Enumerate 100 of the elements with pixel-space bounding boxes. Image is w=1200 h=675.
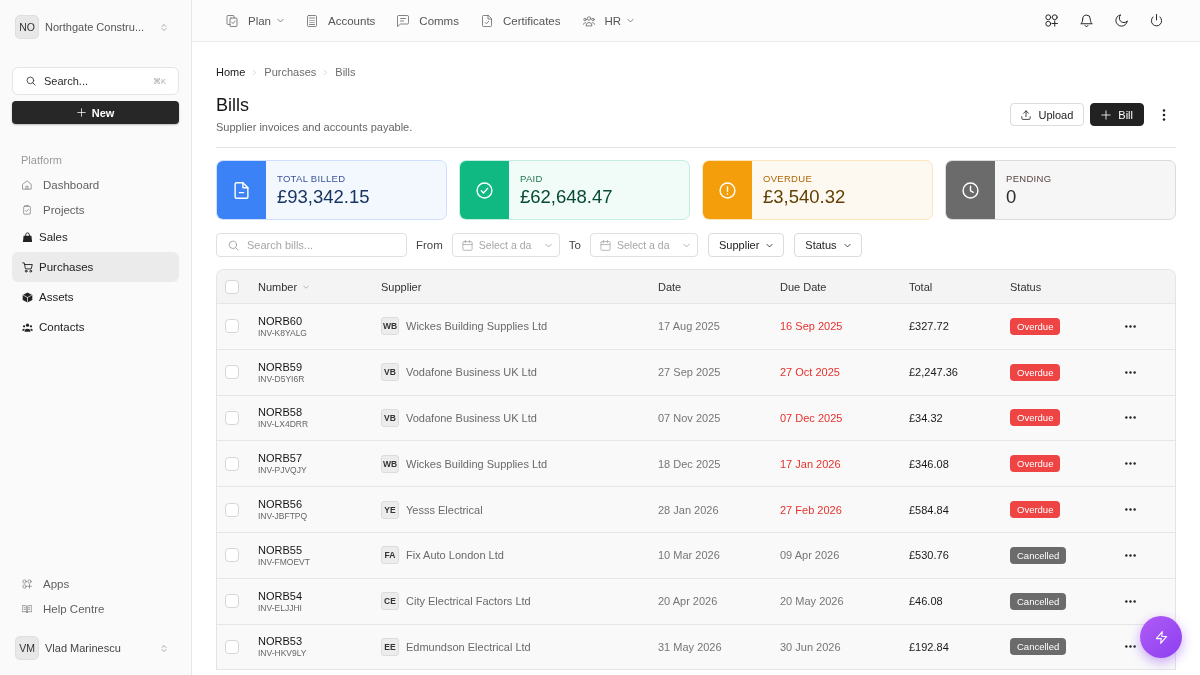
column-header[interactable]: Date xyxy=(658,280,682,293)
caret-icon xyxy=(766,241,774,249)
caret-icon xyxy=(627,17,635,24)
user-avatar: VM xyxy=(15,636,39,660)
supplier-avatar: CE xyxy=(381,592,399,611)
sidebar-item[interactable]: Contacts xyxy=(12,312,179,342)
supplier-name: Vodafone Business UK Ltd xyxy=(406,366,537,379)
nav-link[interactable]: Plan xyxy=(226,14,285,27)
power-icon[interactable] xyxy=(1150,14,1163,27)
breadcrumb-link[interactable]: Bills xyxy=(335,66,356,78)
column-header[interactable]: Total xyxy=(909,280,933,293)
stat-value: £3,540.32 xyxy=(763,184,846,208)
row-checkbox[interactable] xyxy=(225,456,239,471)
moon-icon[interactable] xyxy=(1115,14,1128,27)
sidebar-item[interactable]: Projects xyxy=(12,197,179,222)
bill-total: £46.08 xyxy=(909,595,943,608)
due-date: 09 Apr 2026 xyxy=(780,549,840,562)
column-header[interactable]: Status xyxy=(1010,280,1042,293)
sidebar-item[interactable]: Purchases xyxy=(12,252,179,282)
caret-icon xyxy=(843,241,851,249)
date-field[interactable]: Select a da xyxy=(590,233,698,257)
date-input[interactable]: Select a da xyxy=(617,236,679,254)
bill-number: NORB53 xyxy=(258,634,303,649)
row-checkbox[interactable] xyxy=(225,639,239,654)
nav-link[interactable]: HR xyxy=(582,14,635,27)
bill-number: NORB57 xyxy=(258,451,303,466)
status-badge: Overdue xyxy=(1010,501,1061,519)
cube-icon xyxy=(22,291,33,303)
nav-link[interactable]: Comms xyxy=(397,14,459,27)
invoice-reference: INV-D5YI6R xyxy=(258,373,305,385)
row-checkbox[interactable] xyxy=(225,594,239,609)
stat-label: PAID xyxy=(520,172,544,185)
organization-name[interactable]: Northgate Constru... xyxy=(45,21,160,33)
search-field[interactable]: Search bills... xyxy=(216,233,407,257)
supplier-name: Wickes Building Supplies Ltd xyxy=(406,457,548,470)
bill-date: 18 Dec 2025 xyxy=(658,457,721,470)
filter-dropdown[interactable]: Status xyxy=(794,233,862,257)
supplier-avatar: FA xyxy=(381,546,399,565)
select-all-checkbox[interactable] xyxy=(225,279,239,294)
filter-dropdown[interactable]: Supplier xyxy=(708,233,785,257)
bill-number: NORB60 xyxy=(258,313,303,328)
bell-icon[interactable] xyxy=(1080,14,1093,27)
invoice-reference: INV-FMOEVT xyxy=(258,556,310,568)
search-icon xyxy=(26,76,36,86)
chevron-right-icon xyxy=(323,68,329,76)
bill-date: 07 Nov 2025 xyxy=(658,412,721,424)
nav-link[interactable]: Certificates xyxy=(480,14,561,27)
invoice-reference: INV-LX4DRR xyxy=(258,419,309,431)
row-checkbox[interactable] xyxy=(225,548,239,563)
bill-number: NORB54 xyxy=(258,588,303,603)
clipboard-check-icon xyxy=(22,204,32,215)
chat-icon xyxy=(397,14,410,27)
house-icon xyxy=(22,179,32,190)
bill-total: £34.32 xyxy=(909,412,943,424)
bill-total: £530.76 xyxy=(909,549,949,562)
user-name[interactable]: Vlad Marinescu xyxy=(45,642,160,654)
calendar-icon xyxy=(600,239,611,251)
supplier-avatar: YE xyxy=(381,500,399,519)
date-input[interactable]: Select a da xyxy=(478,236,541,254)
sidebar-item[interactable]: Dashboard xyxy=(12,172,179,197)
row-checkbox[interactable] xyxy=(225,365,239,380)
bill-total: £192.84 xyxy=(909,640,949,653)
bill-number: NORB59 xyxy=(258,359,303,374)
bill-total: £346.08 xyxy=(909,457,949,470)
cart-icon xyxy=(22,261,33,273)
sidebar-item[interactable]: Apps xyxy=(12,571,179,596)
apps-icon[interactable] xyxy=(1045,14,1058,27)
bill-date: 27 Sep 2025 xyxy=(658,366,721,379)
breadcrumb-link[interactable]: Home xyxy=(216,66,246,78)
nav-link[interactable]: Accounts xyxy=(306,14,376,27)
search-input[interactable]: Search... xyxy=(44,72,153,90)
date-field[interactable]: Select a da xyxy=(451,233,560,257)
status-badge: Overdue xyxy=(1010,317,1061,335)
supplier-avatar: VB xyxy=(381,409,399,427)
row-checkbox[interactable] xyxy=(225,411,239,425)
new-button[interactable]: New xyxy=(12,101,179,124)
sidebar-item[interactable]: Assets xyxy=(12,282,179,312)
column-header[interactable]: Number xyxy=(258,280,310,293)
upload-button[interactable]: Upload xyxy=(1010,103,1085,126)
chevron-right-icon xyxy=(252,68,258,76)
column-header[interactable]: Supplier xyxy=(381,280,422,293)
calendar-icon xyxy=(461,239,473,251)
filter-label: To xyxy=(568,239,581,251)
column-header[interactable]: Due Date xyxy=(780,280,827,293)
row-checkbox[interactable] xyxy=(225,319,239,334)
bag-icon xyxy=(22,231,33,243)
stat-value: £62,648.47 xyxy=(520,184,613,208)
breadcrumb-link[interactable]: Purchases xyxy=(264,66,317,78)
sidebar-item[interactable]: Help Centre xyxy=(12,596,179,621)
search-input[interactable]: Search bills... xyxy=(247,236,400,254)
invoice-reference: INV-JBFTPQ xyxy=(258,511,308,523)
people-icon xyxy=(22,321,33,333)
status-badge: Cancelled xyxy=(1010,638,1067,656)
bill-total: £584.84 xyxy=(909,503,949,516)
supplier-avatar: EE xyxy=(381,637,399,656)
supplier-avatar: WB xyxy=(381,454,399,473)
sidebar-item[interactable]: Sales xyxy=(12,222,179,252)
book-icon xyxy=(22,603,32,614)
add-bill-button[interactable]: Bill xyxy=(1090,103,1144,126)
row-checkbox[interactable] xyxy=(225,502,239,517)
